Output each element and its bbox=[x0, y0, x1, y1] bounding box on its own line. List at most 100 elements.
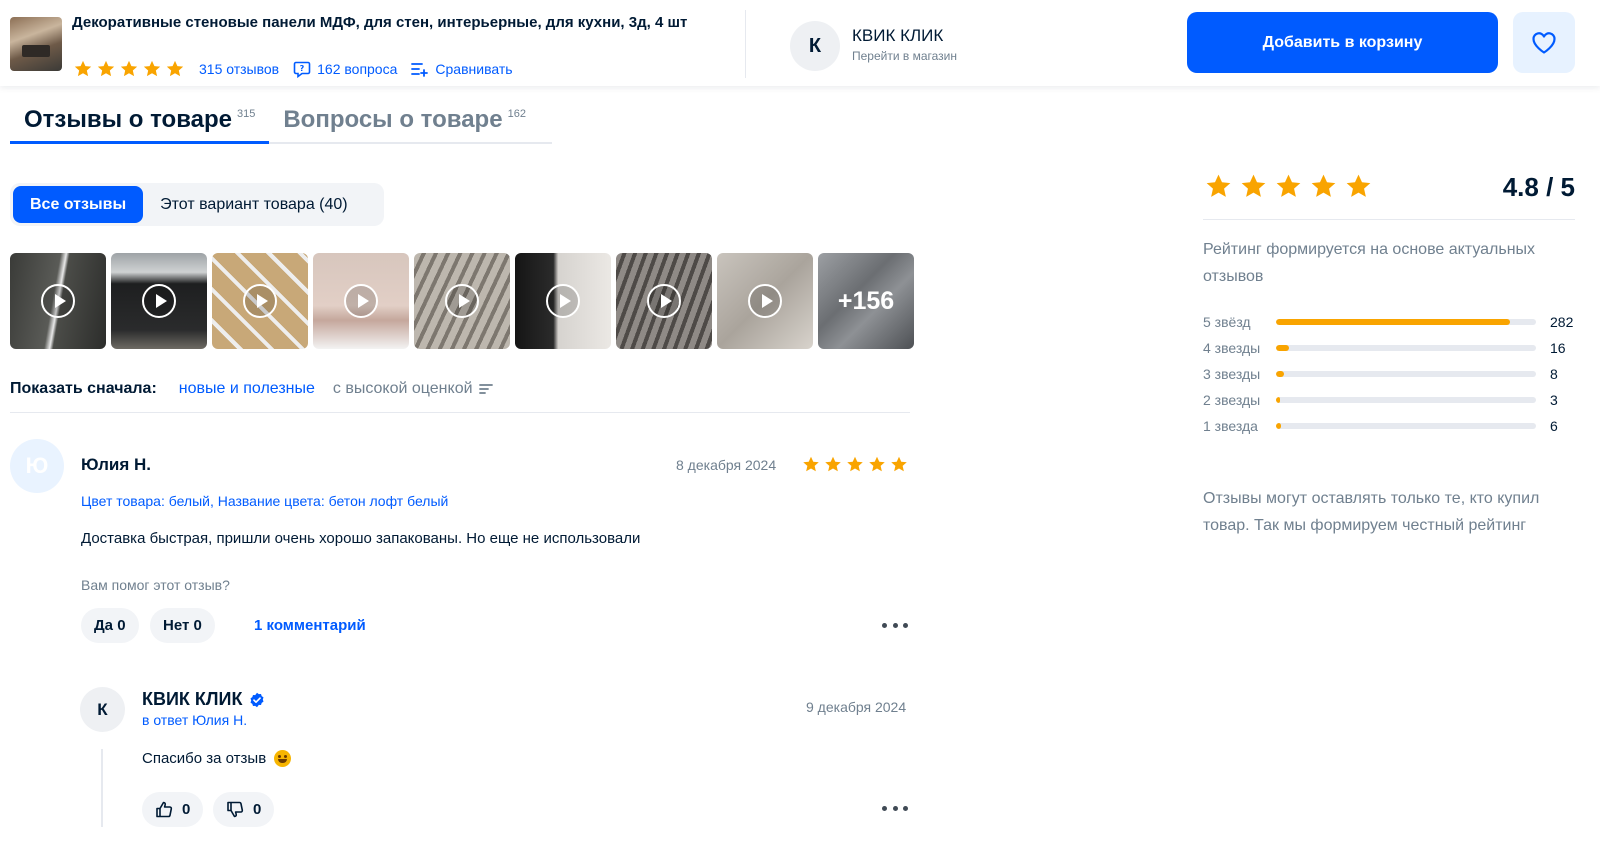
rating-row-1[interactable]: 1 звезда 6 bbox=[1203, 417, 1578, 435]
add-to-cart-button[interactable]: Добавить в корзину bbox=[1187, 12, 1498, 73]
star-icon bbox=[867, 455, 887, 474]
smile-emoji-icon bbox=[274, 750, 292, 767]
product-thumbnail[interactable] bbox=[10, 17, 62, 71]
question-bubble-icon: ? bbox=[293, 61, 311, 78]
compare-link[interactable]: Сравнивать bbox=[411, 61, 513, 77]
tab-questions-count: 162 bbox=[507, 108, 526, 120]
star-icon bbox=[72, 59, 94, 79]
review-more-media[interactable]: +156 bbox=[818, 253, 914, 349]
star-icon bbox=[1203, 172, 1234, 201]
vote-yes-label: Да bbox=[94, 617, 114, 634]
rating-divider bbox=[1203, 219, 1575, 220]
reply-like-button[interactable]: 0 bbox=[142, 792, 204, 827]
review-video[interactable] bbox=[111, 253, 207, 349]
overall-rating-score: 4.8 / 5 bbox=[1502, 172, 1575, 202]
rating-note: Рейтинг формируется на основе актуальных… bbox=[1203, 241, 1536, 285]
reply-date: 9 декабря 2024 bbox=[806, 699, 907, 715]
rating-row-label: 3 звезды bbox=[1203, 366, 1261, 382]
review-video[interactable] bbox=[515, 253, 611, 349]
favorite-button[interactable] bbox=[1513, 12, 1575, 73]
sort-high-rating[interactable]: с высокой оценкой bbox=[333, 380, 493, 398]
rating-bar bbox=[1276, 371, 1536, 377]
review-video[interactable] bbox=[717, 253, 813, 349]
vote-no-count: 0 bbox=[193, 617, 202, 634]
review-video[interactable] bbox=[10, 253, 106, 349]
sort-icon bbox=[478, 384, 493, 394]
rating-bar bbox=[1276, 397, 1536, 403]
rating-bar bbox=[1276, 423, 1536, 429]
rating-footer-note: Отзывы могут оставлять только те, кто ку… bbox=[1203, 490, 1540, 534]
play-icon bbox=[647, 284, 681, 318]
play-icon bbox=[748, 284, 782, 318]
rating-row-count: 282 bbox=[1550, 314, 1574, 330]
reviews-tabs: Отзывы о товаре 315 Вопросы о товаре 162 bbox=[10, 96, 552, 144]
vote-no-button[interactable]: Нет 0 bbox=[150, 608, 215, 643]
rating-row-3[interactable]: 3 звезды 8 bbox=[1203, 365, 1578, 383]
play-icon bbox=[41, 284, 75, 318]
sort-bar: Показать сначала: новые и полезные с выс… bbox=[10, 378, 493, 400]
tab-reviews-label: Отзывы о товаре bbox=[24, 106, 232, 133]
sort-label: Показать сначала: bbox=[10, 380, 157, 397]
review-filter-group: Все отзывы Этот вариант товара (40) bbox=[10, 183, 384, 226]
sort-divider bbox=[10, 412, 910, 413]
star-icon bbox=[801, 455, 821, 474]
review-date: 8 декабря 2024 bbox=[676, 457, 777, 473]
header-divider bbox=[745, 10, 746, 78]
star-icon bbox=[1238, 172, 1269, 201]
review-helpful-question: Вам помог этот отзыв? bbox=[81, 577, 230, 593]
comments-link[interactable]: 1 комментарий bbox=[254, 617, 366, 634]
rating-row-count: 3 bbox=[1550, 392, 1558, 408]
filter-all-reviews[interactable]: Все отзывы bbox=[13, 186, 144, 223]
heart-icon bbox=[1532, 31, 1556, 54]
overall-rating-stars bbox=[1203, 172, 1378, 201]
product-rating-stars bbox=[72, 59, 187, 79]
product-title[interactable]: Декоративные стеновые панели МДФ, для ст… bbox=[72, 12, 722, 34]
thumbs-up-icon bbox=[156, 801, 173, 818]
review-video[interactable] bbox=[313, 253, 409, 349]
vote-yes-count: 0 bbox=[117, 617, 126, 634]
reply-more-icon[interactable] bbox=[882, 806, 908, 814]
reply-to-link[interactable]: в ответ Юлия Н. bbox=[142, 712, 247, 728]
play-icon bbox=[546, 284, 580, 318]
rating-row-label: 1 звезда bbox=[1203, 418, 1258, 434]
rating-row-2[interactable]: 2 звезды 3 bbox=[1203, 391, 1578, 409]
star-icon bbox=[1273, 172, 1304, 201]
play-icon bbox=[243, 284, 277, 318]
shop-avatar[interactable]: К bbox=[790, 21, 840, 71]
vote-yes-button[interactable]: Да 0 bbox=[81, 608, 139, 643]
shop-link[interactable]: Перейти в магазин bbox=[852, 49, 957, 63]
reply-dislike-button[interactable]: 0 bbox=[213, 792, 275, 827]
tab-reviews[interactable]: Отзывы о товаре 315 bbox=[10, 96, 270, 144]
play-icon bbox=[344, 284, 378, 318]
questions-link-label: 162 вопроса bbox=[317, 61, 398, 77]
seller-name-label: КВИК КЛИК bbox=[142, 689, 243, 709]
star-icon bbox=[118, 59, 140, 79]
rating-bar bbox=[1276, 345, 1536, 351]
review-variant-link[interactable]: Цвет товара: белый, Название цвета: бето… bbox=[81, 493, 448, 509]
rating-row-5[interactable]: 5 звёзд 282 bbox=[1203, 313, 1578, 331]
sort-new-useful[interactable]: новые и полезные bbox=[179, 380, 315, 398]
review-more-icon[interactable] bbox=[882, 623, 908, 631]
product-header: Декоративные стеновые панели МДФ, для ст… bbox=[0, 0, 1600, 86]
review-video[interactable] bbox=[414, 253, 510, 349]
review-video[interactable] bbox=[212, 253, 308, 349]
reviewer-avatar: Ю bbox=[10, 439, 64, 493]
rating-bar bbox=[1276, 319, 1536, 325]
star-icon bbox=[164, 59, 186, 79]
seller-name[interactable]: КВИК КЛИК bbox=[142, 689, 265, 710]
seller-avatar[interactable]: К bbox=[80, 687, 125, 732]
rating-bar-fill bbox=[1276, 319, 1510, 325]
rating-row-4[interactable]: 4 звезды 16 bbox=[1203, 339, 1578, 357]
reply-text: Спасибо за отзыв bbox=[142, 750, 292, 767]
star-icon bbox=[1343, 172, 1374, 201]
rating-bar-fill bbox=[1276, 371, 1284, 377]
tab-reviews-count: 315 bbox=[236, 108, 256, 120]
review-video[interactable] bbox=[616, 253, 712, 349]
shop-name[interactable]: КВИК КЛИК bbox=[852, 26, 943, 46]
verified-badge-icon bbox=[250, 692, 264, 707]
questions-link[interactable]: ? 162 вопроса bbox=[293, 60, 397, 78]
tab-questions[interactable]: Вопросы о товаре 162 bbox=[269, 96, 540, 144]
filter-this-variant[interactable]: Этот вариант товара (40) bbox=[143, 186, 365, 223]
more-media-label: +156 bbox=[818, 253, 914, 349]
reviews-link[interactable]: 315 отзывов bbox=[199, 61, 279, 77]
